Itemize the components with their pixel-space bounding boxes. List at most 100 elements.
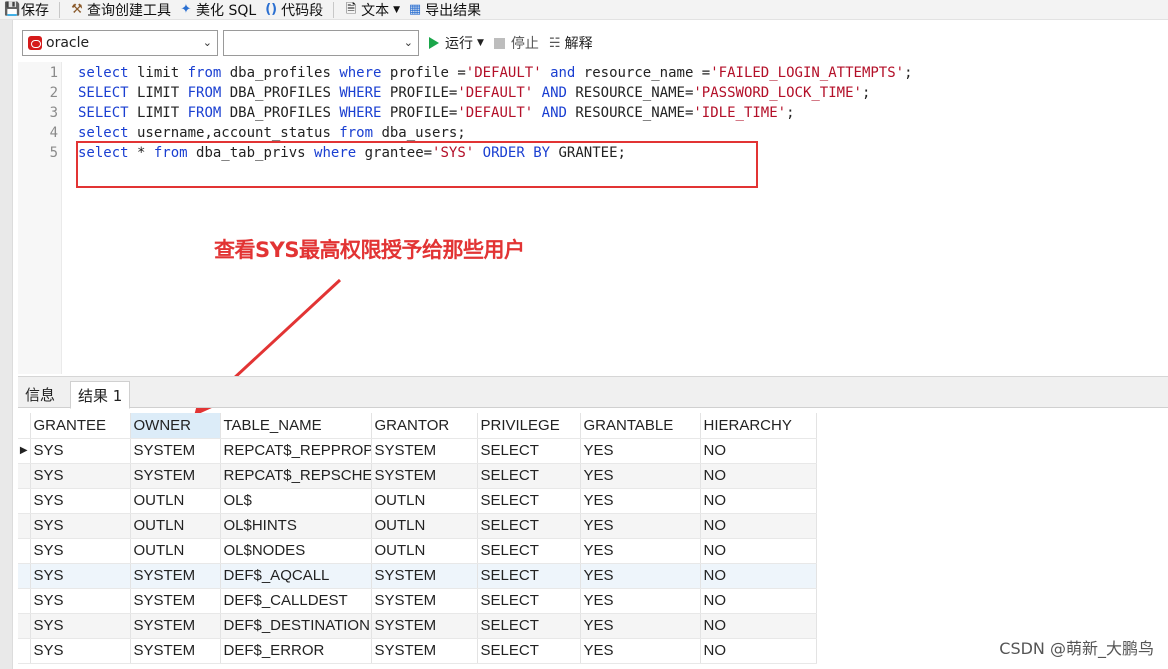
table-cell[interactable]: YES	[580, 613, 701, 639]
table-row[interactable]: SYS SYSTEM REPCAT$_REPSCHEM SYSTEM SELECT YES…	[18, 463, 817, 489]
table-cell[interactable]: REPCAT$_REPPROP	[220, 438, 372, 464]
table-cell[interactable]: DEF$_ERROR	[220, 638, 372, 664]
table-cell[interactable]: SELECT	[477, 513, 581, 539]
table-cell[interactable]: SYSTEM	[371, 563, 478, 589]
table-cell[interactable]: OUTLN	[130, 513, 221, 539]
table-cell[interactable]: SYSTEM	[371, 613, 478, 639]
table-cell[interactable]: NO	[700, 588, 817, 614]
table-cell[interactable]: NO	[700, 538, 817, 564]
code-line[interactable]: 1 select limit from dba_profiles where pr…	[18, 63, 1168, 83]
tab-result-1[interactable]: 结果 1	[70, 381, 131, 409]
table-cell[interactable]: SYSTEM	[371, 438, 478, 464]
connection-select[interactable]: oracle ⌄	[22, 30, 218, 56]
table-cell[interactable]: NO	[700, 463, 817, 489]
table-cell[interactable]: YES	[580, 488, 701, 514]
stop-button[interactable]: 停止	[493, 33, 539, 53]
text-menu-button[interactable]: 🗎 文本 ▼	[340, 0, 404, 20]
code-line[interactable]: 4 select username,account_status from dba…	[18, 123, 1168, 143]
table-cell[interactable]: OL$HINTS	[220, 513, 372, 539]
table-cell[interactable]: SYSTEM	[130, 613, 221, 639]
code-line[interactable]: 2 SELECT LIMIT FROM DBA_PROFILES WHERE PR…	[18, 83, 1168, 103]
table-row[interactable]: SYS SYSTEM DEF$_AQCALL SYSTEM SELECT YES NO	[18, 563, 817, 589]
table-cell[interactable]: OUTLN	[130, 538, 221, 564]
table-cell[interactable]: SYSTEM	[371, 463, 478, 489]
table-cell[interactable]: NO	[700, 513, 817, 539]
run-button[interactable]: 运行 ▼	[429, 33, 484, 53]
result-grid[interactable]: GRANTEE OWNER TABLE_NAME GRANTOR PRIVILEGE GR…	[18, 413, 818, 664]
table-cell[interactable]: YES	[580, 513, 701, 539]
table-row[interactable]: SYS SYSTEM DEF$_CALLDEST SYSTEM SELECT YES NO	[18, 588, 817, 614]
column-header-grantable[interactable]: GRANTABLE	[580, 413, 701, 439]
table-cell[interactable]: NO	[700, 488, 817, 514]
table-cell[interactable]: YES	[580, 638, 701, 664]
code-snippet-button[interactable]: () 代码段	[260, 0, 327, 20]
table-cell[interactable]: SYS	[30, 463, 131, 489]
tab-info[interactable]: 信息	[18, 381, 62, 409]
table-cell[interactable]: SYSTEM	[371, 588, 478, 614]
table-row[interactable]: SYS OUTLN OL$ OUTLN SELECT YES NO	[18, 488, 817, 514]
table-cell[interactable]: SYSTEM	[130, 638, 221, 664]
table-cell[interactable]: SYS	[30, 438, 131, 464]
explain-button[interactable]: ☵ 解释	[549, 33, 593, 53]
table-cell[interactable]: SELECT	[477, 638, 581, 664]
table-cell[interactable]: DEF$_CALLDEST	[220, 588, 372, 614]
table-cell[interactable]: SYS	[30, 588, 131, 614]
table-cell[interactable]: NO	[700, 563, 817, 589]
table-row[interactable]: SYS OUTLN OL$HINTS OUTLN SELECT YES NO	[18, 513, 817, 539]
row-marker	[18, 513, 31, 539]
code-line[interactable]: 3 SELECT LIMIT FROM DBA_PROFILES WHERE PR…	[18, 103, 1168, 123]
table-cell[interactable]: SELECT	[477, 588, 581, 614]
table-cell[interactable]: SELECT	[477, 463, 581, 489]
column-header-grantee[interactable]: GRANTEE	[30, 413, 131, 439]
chevron-down-icon: ▼	[477, 38, 484, 48]
table-cell[interactable]: SELECT	[477, 538, 581, 564]
table-cell[interactable]: YES	[580, 588, 701, 614]
table-cell[interactable]: SYSTEM	[130, 588, 221, 614]
sql-keyword: where	[339, 65, 382, 81]
table-cell[interactable]: NO	[700, 613, 817, 639]
table-cell[interactable]: OL$NODES	[220, 538, 372, 564]
table-cell[interactable]: NO	[700, 438, 817, 464]
table-cell[interactable]: OUTLN	[371, 488, 478, 514]
table-row[interactable]: ▶ SYS SYSTEM REPCAT$_REPPROP SYSTEM SELECT YES…	[18, 438, 817, 464]
table-row[interactable]: SYS OUTLN OL$NODES OUTLN SELECT YES NO	[18, 538, 817, 564]
column-header-owner[interactable]: OWNER	[130, 413, 221, 439]
table-cell[interactable]: YES	[580, 438, 701, 464]
table-cell[interactable]: SYS	[30, 488, 131, 514]
table-cell[interactable]: SYSTEM	[371, 638, 478, 664]
table-cell[interactable]: OL$	[220, 488, 372, 514]
export-results-button[interactable]: ▦ 导出结果	[404, 0, 485, 20]
table-cell[interactable]: YES	[580, 463, 701, 489]
column-header-grantor[interactable]: GRANTOR	[371, 413, 478, 439]
table-cell[interactable]: SELECT	[477, 613, 581, 639]
table-cell[interactable]: SYS	[30, 513, 131, 539]
table-cell[interactable]: OUTLN	[130, 488, 221, 514]
schema-select[interactable]: ⌄	[223, 30, 419, 56]
column-header-privilege[interactable]: PRIVILEGE	[477, 413, 581, 439]
table-cell[interactable]: DEF$_DESTINATION	[220, 613, 372, 639]
table-cell[interactable]: SELECT	[477, 488, 581, 514]
column-header-table-name[interactable]: TABLE_NAME	[220, 413, 372, 439]
table-cell[interactable]: SYS	[30, 638, 131, 664]
column-header-hierarchy[interactable]: HIERARCHY	[700, 413, 817, 439]
table-cell[interactable]: OUTLN	[371, 538, 478, 564]
table-cell[interactable]: REPCAT$_REPSCHEM	[220, 463, 372, 489]
save-button[interactable]: 💾 保存	[0, 0, 53, 20]
table-cell[interactable]: SYSTEM	[130, 463, 221, 489]
table-row[interactable]: SYS SYSTEM DEF$_ERROR SYSTEM SELECT YES NO	[18, 638, 817, 664]
table-cell[interactable]: NO	[700, 638, 817, 664]
table-cell[interactable]: YES	[580, 563, 701, 589]
table-cell[interactable]: DEF$_AQCALL	[220, 563, 372, 589]
table-cell[interactable]: YES	[580, 538, 701, 564]
table-cell[interactable]: SYS	[30, 563, 131, 589]
table-cell[interactable]: SELECT	[477, 563, 581, 589]
table-cell[interactable]: SYSTEM	[130, 438, 221, 464]
query-builder-button[interactable]: ⚒ 查询创建工具	[66, 0, 175, 20]
table-cell[interactable]: SYS	[30, 538, 131, 564]
table-cell[interactable]: OUTLN	[371, 513, 478, 539]
table-row[interactable]: SYS SYSTEM DEF$_DESTINATION SYSTEM SELECT YES…	[18, 613, 817, 639]
table-cell[interactable]: SELECT	[477, 438, 581, 464]
table-cell[interactable]: SYSTEM	[130, 563, 221, 589]
table-cell[interactable]: SYS	[30, 613, 131, 639]
beautify-sql-button[interactable]: ✦ 美化 SQL	[175, 0, 260, 20]
